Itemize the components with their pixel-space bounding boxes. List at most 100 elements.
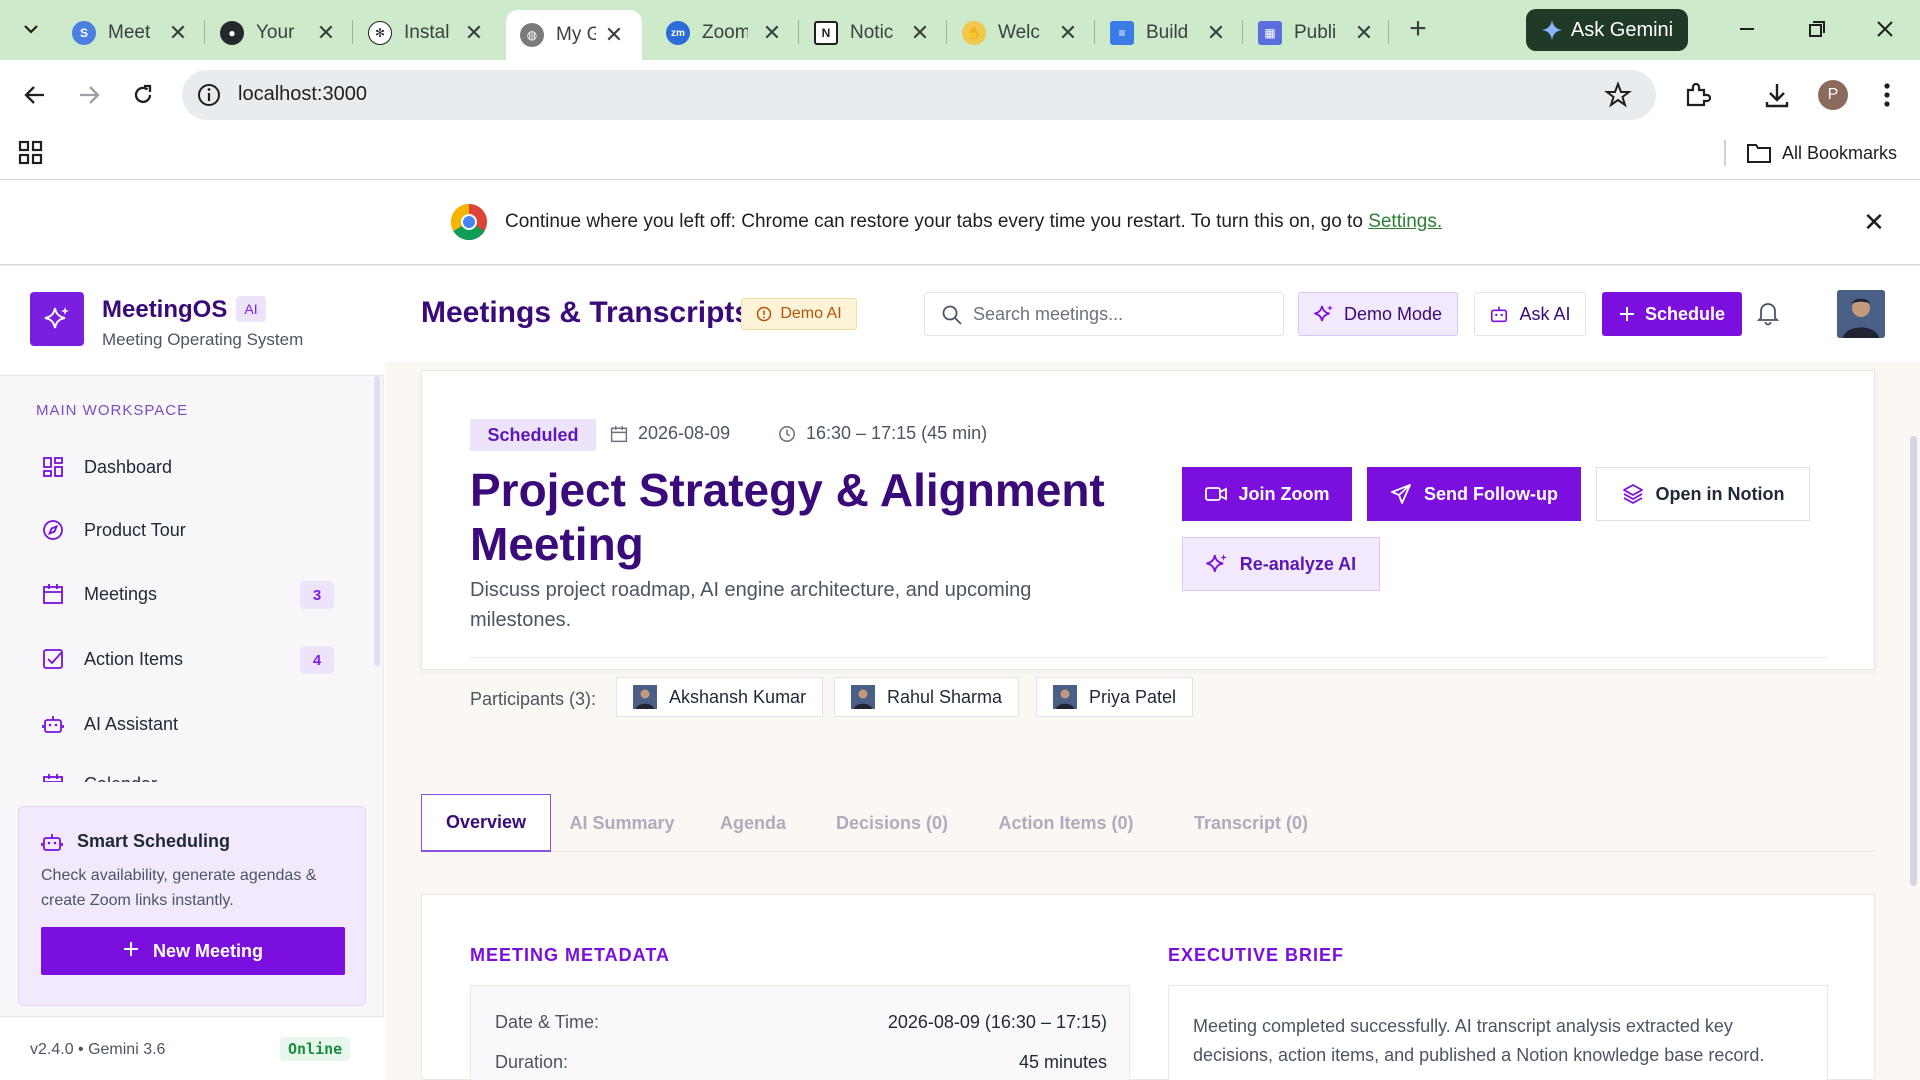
tab-title: Build — [1146, 22, 1189, 43]
new-meeting-button[interactable]: New Meeting — [41, 927, 345, 975]
browser-tab[interactable]: ▦ Publi ✕ — [1244, 10, 1388, 56]
close-icon[interactable]: ✕ — [910, 20, 930, 46]
forward-arrow-icon[interactable] — [70, 76, 108, 114]
participants-label: Participants (3): — [470, 689, 597, 709]
demo-mode-button[interactable]: Demo Mode — [1298, 292, 1458, 336]
close-icon[interactable]: ✕ — [316, 20, 336, 46]
tab-agenda[interactable]: Agenda — [693, 794, 813, 852]
sparkle-icon — [1206, 554, 1227, 572]
bell-icon[interactable] — [1755, 300, 1785, 330]
reload-icon[interactable] — [124, 76, 162, 114]
github-icon: ● — [220, 21, 244, 45]
sidebar-item-product-tour[interactable]: Product Tour — [20, 504, 360, 556]
browser-toolbar: localhost:3000 — [0, 60, 1920, 130]
restore-icon[interactable] — [1802, 14, 1832, 44]
tab-overview[interactable]: Overview — [421, 794, 551, 852]
zoom-icon: zm — [666, 21, 690, 45]
browser-menu-icon[interactable] — [1870, 78, 1904, 112]
user-avatar[interactable] — [1837, 290, 1885, 338]
metadata-label: Date & Time: — [495, 1012, 600, 1032]
tab-action-items[interactable]: Action Items (0) — [971, 794, 1161, 852]
meet-icon: S — [72, 21, 96, 45]
meeting-time-text: 16:30 – 17:15 (45 min) — [806, 423, 988, 443]
settings-link[interactable]: Settings. — [1368, 211, 1442, 232]
meeting-title: Project Strategy & Alignment Meeting — [470, 464, 1105, 570]
tab-title: Instal — [404, 22, 450, 43]
openai-icon: ✻ — [368, 21, 392, 45]
back-arrow-icon[interactable] — [16, 76, 54, 114]
profile-avatar[interactable]: P — [1818, 80, 1848, 110]
robot-icon — [40, 711, 66, 737]
address-bar[interactable]: localhost:3000 — [182, 70, 1656, 120]
schedule-label: Schedule — [1644, 303, 1726, 324]
browser-tab[interactable]: ✋ Welc ✕ — [948, 10, 1092, 56]
dashboard-icon — [40, 454, 66, 480]
browser-tab[interactable]: ≡ Build ✕ — [1096, 10, 1240, 56]
sidebar-item-ai-assistant[interactable]: AI Assistant — [20, 698, 360, 750]
browser-tab[interactable]: N Notic ✕ — [800, 10, 944, 56]
ask-ai-label: Ask AI — [1519, 303, 1571, 324]
executive-brief-heading: EXECUTIVE BRIEF — [1168, 945, 1345, 965]
close-icon[interactable]: ✕ — [604, 22, 624, 48]
sidebar-item-action-items[interactable]: Action Items 4 — [20, 633, 360, 685]
browser-tab[interactable]: S Meet ✕ — [58, 10, 202, 56]
participant-chip[interactable]: Priya Patel — [1036, 677, 1194, 717]
sidebar-item-dashboard[interactable]: Dashboard — [20, 441, 360, 493]
all-bookmarks-button[interactable]: All Bookmarks — [1746, 138, 1897, 168]
extensions-puzzle-icon[interactable] — [1680, 78, 1714, 112]
browser-tab-active[interactable]: ◍ My G ✕ — [506, 10, 642, 60]
browser-tab[interactable]: zm Zoom ✕ — [652, 10, 796, 56]
bookmark-star-icon[interactable] — [1604, 81, 1632, 109]
main-scrollbar[interactable] — [1910, 436, 1917, 886]
sidebar-item-label: Action Items — [84, 648, 184, 669]
status-badge: Scheduled — [470, 419, 596, 451]
tab-transcript[interactable]: Transcript (0) — [1161, 794, 1341, 852]
tab-decisions[interactable]: Decisions (0) — [813, 794, 971, 852]
participant-chip[interactable]: Rahul Sharma — [834, 677, 1020, 717]
send-follow-up-button[interactable]: Send Follow-up — [1367, 467, 1581, 521]
close-icon[interactable]: ✕ — [168, 20, 188, 46]
close-window-icon[interactable] — [1870, 14, 1900, 44]
demo-mode-label: Demo Mode — [1343, 303, 1443, 324]
sidebar-item-meetings[interactable]: Meetings 3 — [20, 568, 360, 620]
close-icon[interactable]: ✕ — [1206, 20, 1226, 46]
re-analyze-ai-button[interactable]: Re-analyze AI — [1182, 537, 1380, 591]
infobar-close-icon[interactable]: ✕ — [1860, 209, 1888, 237]
tab-search-chevron-icon[interactable] — [18, 16, 44, 42]
open-in-notion-label: Open in Notion — [1655, 483, 1785, 504]
minimize-icon[interactable] — [1732, 14, 1762, 44]
meetingos-app: MeetingOS AI Meeting Operating System MA… — [0, 266, 1920, 1080]
ask-gemini-button[interactable]: Ask Gemini — [1526, 9, 1688, 51]
sidebar-item-label: Dashboard — [84, 456, 173, 477]
site-info-icon[interactable] — [196, 82, 222, 108]
search-box[interactable] — [924, 292, 1284, 336]
new-tab-button[interactable]: + — [1402, 14, 1434, 46]
participant-chip[interactable]: Akshansh Kumar — [616, 677, 824, 717]
tab-divider — [1242, 20, 1243, 44]
close-icon[interactable]: ✕ — [1058, 20, 1078, 46]
calendar-icon — [40, 771, 66, 782]
sidebar-scrollbar[interactable] — [374, 376, 380, 666]
open-in-notion-button[interactable]: Open in Notion — [1596, 467, 1810, 521]
close-icon[interactable]: ✕ — [762, 20, 782, 46]
metadata-value: 2026-08-09 (16:30 – 17:15) — [887, 1012, 1107, 1032]
tab-title: Meet — [108, 22, 151, 43]
tab-ai-summary[interactable]: AI Summary — [551, 794, 693, 852]
join-zoom-button[interactable]: Join Zoom — [1182, 467, 1352, 521]
close-icon[interactable]: ✕ — [1354, 20, 1374, 46]
browser-tab[interactable]: ● Your ✕ — [206, 10, 350, 56]
download-icon[interactable] — [1760, 78, 1794, 112]
metadata-value: 45 minutes — [1018, 1052, 1107, 1072]
close-icon[interactable]: ✕ — [464, 20, 484, 46]
ask-gemini-label: Ask Gemini — [1570, 18, 1674, 41]
wave-icon: ✋ — [962, 21, 986, 45]
tab-divider — [798, 20, 799, 44]
meeting-metadata-heading: MEETING METADATA — [470, 945, 670, 965]
ask-ai-button[interactable]: Ask AI — [1474, 292, 1586, 336]
browser-tab[interactable]: ✻ Instal ✕ — [354, 10, 498, 56]
apps-grid-icon[interactable] — [18, 140, 44, 166]
infobar-text: Continue where you left off: Chrome can … — [505, 211, 1369, 232]
search-input[interactable] — [973, 293, 1273, 335]
sidebar-item-calendar[interactable]: Calendar — [20, 758, 360, 782]
schedule-button[interactable]: Schedule — [1602, 292, 1742, 336]
